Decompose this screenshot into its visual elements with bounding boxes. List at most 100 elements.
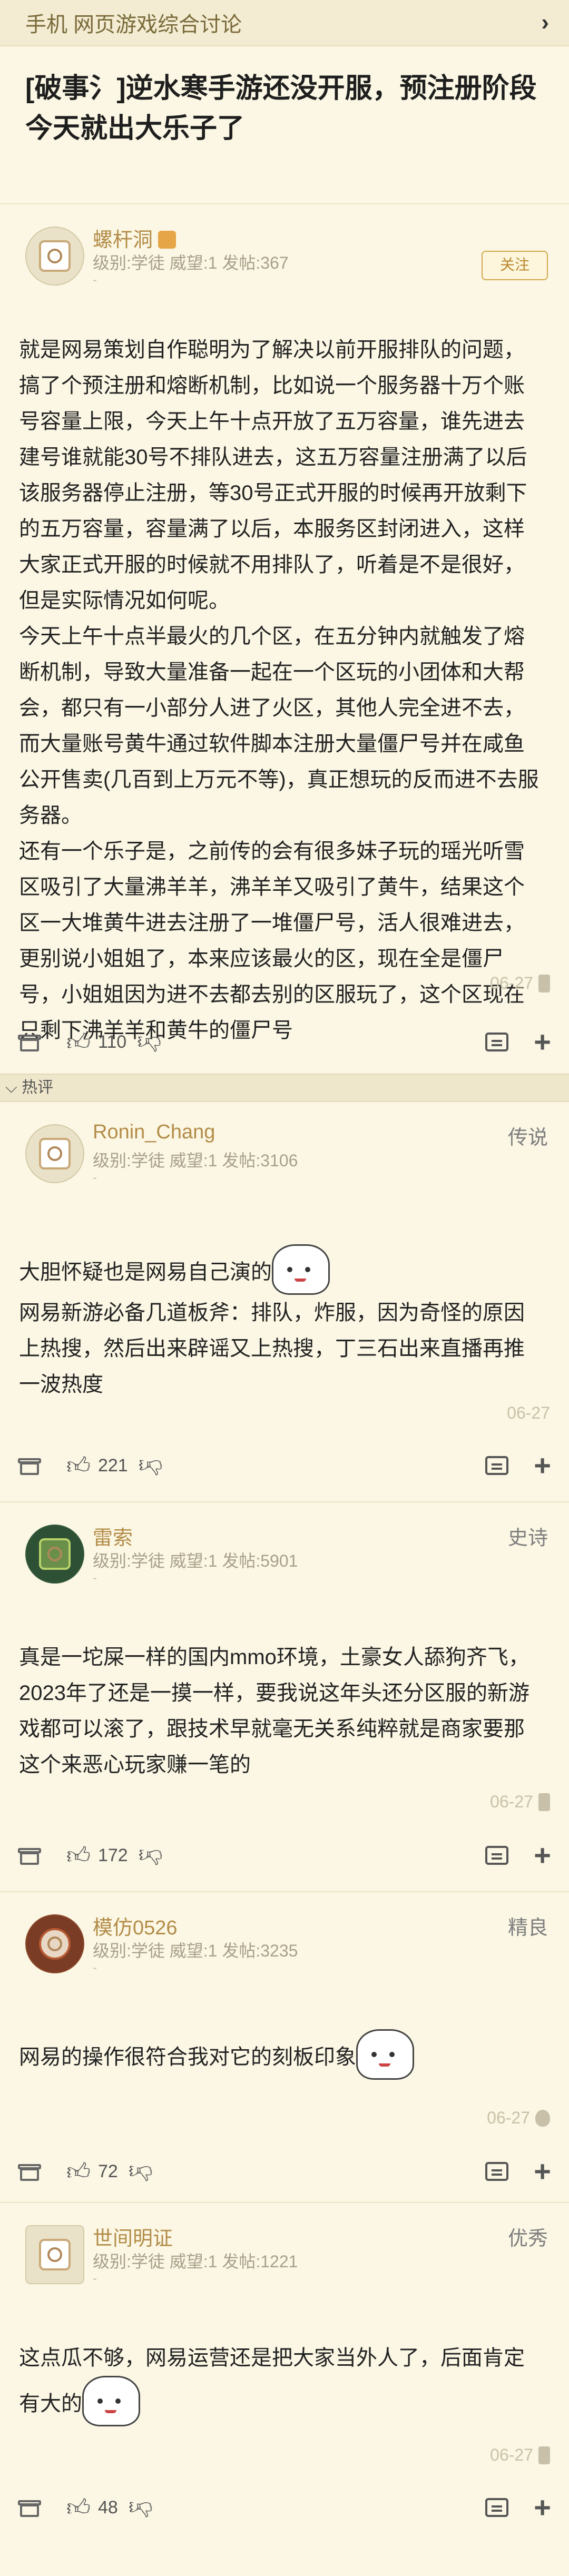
gift-icon[interactable]	[18, 1031, 41, 1053]
dislike-icon[interactable]: 👍︎	[137, 1028, 161, 1056]
like-count: 221	[97, 1455, 128, 1476]
user-signature: -	[93, 2272, 97, 2286]
post-meta: 06-27	[490, 974, 550, 993]
forum-name[interactable]: 手机 网页游戏综合讨论	[25, 7, 242, 38]
sticker-icon	[272, 1244, 330, 1295]
plus-icon[interactable]: +	[534, 1451, 551, 1480]
hot-replies-header[interactable]: ⌵ 热评	[0, 1074, 569, 1102]
plus-icon[interactable]: +	[534, 2493, 551, 2522]
android-icon	[538, 1793, 550, 1811]
username[interactable]: 螺杆洞	[93, 223, 176, 252]
paragraph: 今天上午十点半最火的几个区，在五分钟内就触发了熔断机制，导致大量准备一起在一个区…	[19, 625, 539, 827]
user-info: 级别:学徒 威望:1 发帖:1221	[93, 2252, 298, 2271]
paragraph: 网易的操作很符合我对它的刻板印象	[19, 2029, 544, 2080]
android-icon	[538, 2446, 550, 2464]
comment-icon[interactable]	[485, 1846, 509, 1865]
like-count: 172	[97, 1845, 128, 1865]
user-info: 级别:学徒 威望:1 发帖:5901	[93, 1551, 298, 1570]
game-avatar-icon	[39, 1538, 71, 1570]
dislike-icon[interactable]: 👍︎	[129, 2494, 153, 2522]
user-info: 级别:学徒 威望:1 发帖:367	[93, 253, 289, 272]
user-signature: -	[93, 1171, 97, 1185]
avatar[interactable]	[25, 2225, 84, 2284]
gift-icon[interactable]	[18, 2497, 41, 2518]
paragraph: 大胆怀疑也是网易自己演的	[19, 1244, 544, 1295]
like-icon[interactable]: 👍︎	[66, 1842, 91, 1870]
username[interactable]: 世间明证	[93, 2222, 173, 2251]
user-signature: -	[93, 273, 97, 287]
username[interactable]: Ronin_Chang	[93, 1121, 215, 1144]
plus-icon[interactable]: +	[534, 1027, 551, 1057]
forum-header[interactable]: 手机 网页游戏综合讨论 ›	[0, 0, 569, 46]
author-row: 螺杆洞 级别:学徒 威望:1 发帖:367 - 关注	[0, 204, 569, 310]
default-avatar-icon	[39, 1138, 71, 1169]
post-meta: 06-27	[490, 1792, 550, 1812]
dislike-icon[interactable]: 👍︎	[139, 1452, 163, 1480]
avatar[interactable]	[25, 1914, 84, 1973]
default-avatar-icon	[39, 2239, 71, 2270]
reply-post: Ronin_Chang 级别:学徒 威望:1 发帖:3106 - 传说 大胆怀疑…	[0, 1102, 569, 1502]
plus-icon[interactable]: +	[534, 1841, 551, 1870]
paragraph: 真是一坨屎一样的国内mmo环境，土豪女人舔狗齐飞，2023年了还是一摸一样，要我…	[19, 1646, 529, 1776]
action-bar: 👍︎ 172 👍︎ +	[0, 1829, 569, 1882]
avatar[interactable]	[25, 227, 84, 286]
reply-post: 雷索 级别:学徒 威望:1 发帖:5901 - 史诗 真是一坨屎一样的国内mmo…	[0, 1502, 569, 1892]
like-count: 72	[97, 2161, 118, 2181]
android-icon	[538, 974, 550, 992]
post-time: 06-27	[487, 2108, 530, 2127]
comment-icon[interactable]	[485, 2162, 509, 2181]
gift-icon[interactable]	[18, 1455, 41, 1476]
dislike-icon[interactable]: 👍︎	[139, 1842, 163, 1870]
chevron-down-icon: ⌵	[5, 1079, 17, 1096]
like-icon[interactable]: 👍︎	[66, 1452, 91, 1480]
comment-icon[interactable]	[485, 1456, 509, 1475]
like-icon[interactable]: 👍︎	[66, 1028, 91, 1056]
author-row: 雷索 级别:学徒 威望:1 发帖:5901 - 史诗	[0, 1502, 569, 1608]
username[interactable]: 模仿0526	[93, 1911, 178, 1940]
author-row: 模仿0526 级别:学徒 威望:1 发帖:3235 - 精良	[0, 1892, 569, 1998]
rank-badge: 史诗	[507, 1527, 548, 1549]
paragraph: 这点瓜不够，网易运营还是把大家当外人了，后面肯定有大的	[19, 2340, 544, 2426]
post-time: 06-27	[507, 1403, 550, 1422]
author-row: Ronin_Chang 级别:学徒 威望:1 发帖:3106 - 传说	[0, 1102, 569, 1207]
plus-icon[interactable]: +	[534, 2157, 551, 2186]
post-meta: 06-27	[490, 2445, 550, 2465]
paragraph-text: 大胆怀疑也是网易自己演的	[19, 1261, 272, 1284]
action-bar: 👍︎ 72 👍︎ +	[0, 2145, 569, 2198]
action-bar: 👍︎ 221 👍︎ +	[0, 1439, 569, 1492]
chevron-right-icon[interactable]: ›	[541, 9, 549, 36]
hot-replies-label: 热评	[22, 1079, 54, 1096]
avatar[interactable]	[25, 1124, 84, 1183]
follow-button[interactable]: 关注	[482, 251, 548, 280]
avatar[interactable]	[25, 1525, 84, 1584]
reply-post: 世间明证 级别:学徒 威望:1 发帖:1221 - 优秀 这点瓜不够，网易运营还…	[0, 2203, 569, 2540]
author-row: 世间明证 级别:学徒 威望:1 发帖:1221 - 优秀	[0, 2203, 569, 2308]
comment-icon[interactable]	[485, 1033, 509, 1051]
dislike-icon[interactable]: 👍︎	[129, 2158, 153, 2186]
sticker-icon	[82, 2376, 140, 2426]
post-time: 06-27	[490, 2445, 533, 2464]
original-post: 螺杆洞 级别:学徒 威望:1 发帖:367 - 关注 就是网易策划自作聪明为了解…	[0, 204, 569, 1074]
comment-icon[interactable]	[485, 2498, 509, 2517]
like-count: 48	[97, 2497, 118, 2518]
user-info: 级别:学徒 威望:1 发帖:3106	[93, 1151, 298, 1170]
reply-post: 模仿0526 级别:学徒 威望:1 发帖:3235 - 精良 网易的操作很符合我…	[0, 1892, 569, 2203]
post-body: 网易的操作很符合我对它的刻板印象	[0, 2029, 569, 2080]
user-signature: -	[93, 1571, 97, 1585]
post-meta: 06-27	[507, 1403, 550, 1423]
user-info: 级别:学徒 威望:1 发帖:3235	[93, 1941, 298, 1960]
like-icon[interactable]: 👍︎	[66, 2494, 91, 2522]
paragraph: 就是网易策划自作聪明为了解决以前开服排队的问题，搞了个预注册和熔断机制，比如说一…	[19, 338, 527, 612]
gift-icon[interactable]	[18, 1845, 41, 1866]
paragraph-text: 网易的操作很符合我对它的刻板印象	[19, 2046, 356, 2069]
post-body: 大胆怀疑也是网易自己演的 网易新游必备几道板斧：排队，炸服，因为奇怪的原因上热搜…	[0, 1244, 569, 1402]
paragraph: 网易新游必备几道板斧：排队，炸服，因为奇怪的原因上热搜，然后出来辟谣又上热搜，丁…	[19, 1301, 525, 1396]
default-avatar-icon	[39, 240, 71, 272]
username[interactable]: 雷索	[93, 1521, 133, 1550]
gift-icon[interactable]	[18, 2161, 41, 2182]
post-body: 就是网易策划自作聪明为了解决以前开服排队的问题，搞了个预注册和熔断机制，比如说一…	[0, 332, 569, 1048]
apple-icon	[535, 2109, 550, 2127]
post-time: 06-27	[490, 974, 533, 992]
thread-title: [破事氵]逆水寒手游还没开服，预注册阶段今天就出大乐子了	[0, 46, 569, 204]
like-icon[interactable]: 👍︎	[66, 2158, 91, 2186]
